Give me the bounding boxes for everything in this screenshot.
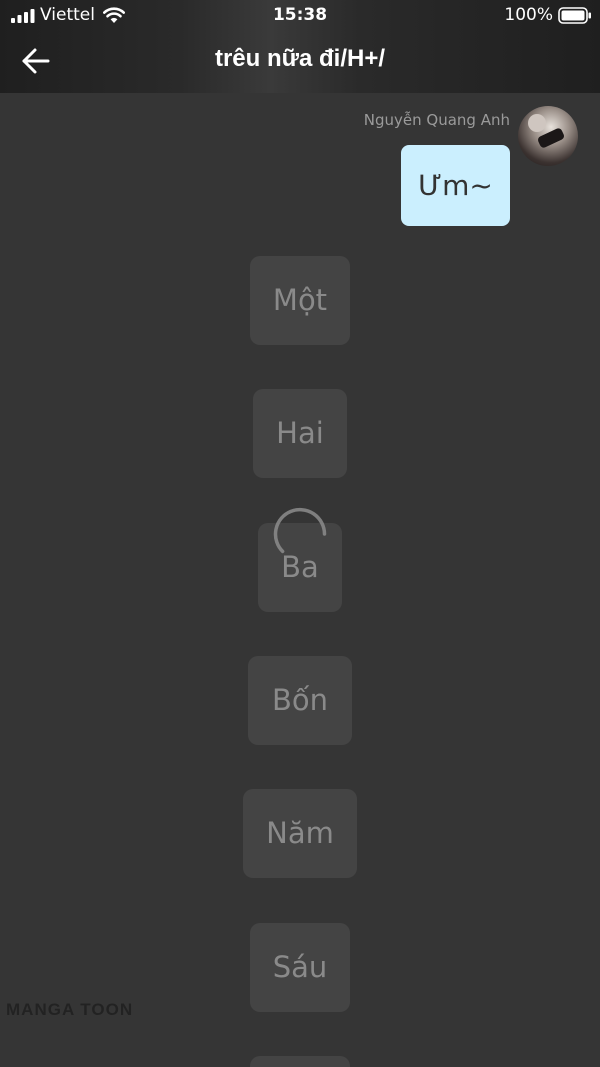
- word-card-partial: [250, 1056, 350, 1067]
- battery-icon: [558, 7, 591, 24]
- chat-screen: Viettel 15:38 100% trêu nữa đi/H+/ Nguyễ…: [0, 0, 600, 1067]
- navigation-bar: trêu nữa đi/H+/: [0, 32, 600, 93]
- avatar[interactable]: [518, 106, 578, 166]
- word-card: Một: [250, 256, 350, 345]
- page-title: trêu nữa đi/H+/: [214, 45, 386, 72]
- loading-spinner-icon: [273, 507, 327, 554]
- word-card: Sáu: [250, 923, 350, 1012]
- message-bubble: Ưm~: [401, 145, 510, 226]
- word-card: Bốn: [248, 656, 352, 745]
- top-bar: Viettel 15:38 100% trêu nữa đi/H+/: [0, 0, 600, 93]
- watermark: MANGA TOON: [6, 1000, 134, 1019]
- word-card: Hai: [253, 389, 347, 478]
- sender-name: Nguyễn Quang Anh: [363, 111, 510, 129]
- word-card: Năm: [243, 789, 357, 878]
- status-bar: Viettel 15:38 100%: [0, 0, 600, 32]
- battery-percentage: 100%: [504, 5, 553, 25]
